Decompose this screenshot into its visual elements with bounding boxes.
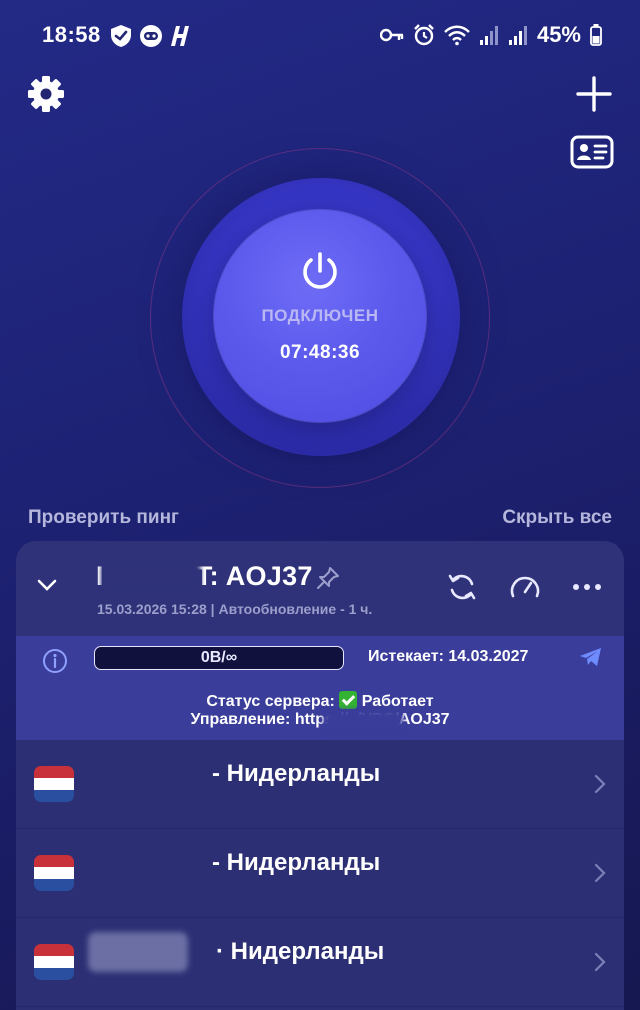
signal-icon	[479, 26, 498, 45]
subscription-info: 0B/∞ Истекает: 14.03.2027 Статус сервера…	[16, 636, 624, 740]
status-right-icons: 45%	[379, 22, 602, 48]
status-left-icons	[110, 24, 192, 48]
power-icon[interactable]	[298, 250, 342, 294]
expiry-date: Истекает: 14.03.2027	[368, 648, 529, 665]
info-icon[interactable]	[42, 648, 68, 674]
add-button[interactable]	[574, 74, 614, 114]
status-bar: 18:58 45%	[0, 0, 640, 72]
shield-icon	[111, 25, 131, 47]
server-list: - Нидерланды - Нидерланды · Нидерланды	[16, 740, 624, 1007]
connection-status: ПОДКЛЮЧЕН	[261, 306, 379, 325]
check-ping-button[interactable]: Проверить пинг	[28, 507, 179, 529]
telegram-icon[interactable]	[579, 646, 603, 668]
gear-icon	[28, 76, 64, 112]
hide-all-button[interactable]: Скрыть все	[502, 507, 612, 529]
server-name: - Нидерланды	[212, 760, 381, 787]
more-icon[interactable]	[572, 582, 602, 592]
server-item[interactable]: · Нидерланды	[16, 918, 624, 1007]
signal-icon	[508, 26, 527, 45]
subscription-panel: I T: AOJ37 15.03.2026 15:28 | Автообновле…	[16, 541, 624, 1010]
alarm-icon	[414, 24, 434, 46]
server-status: Статус сервера: Работает	[206, 691, 434, 710]
robot-icon	[140, 25, 162, 47]
server-name: - Нидерланды	[212, 849, 381, 876]
chevron-right-icon	[594, 774, 606, 794]
chevron-right-icon	[594, 952, 606, 972]
speedometer-icon[interactable]	[508, 571, 542, 603]
id-card-icon	[570, 135, 614, 169]
profile-button[interactable]	[570, 134, 614, 170]
netherlands-flag-icon	[34, 944, 74, 980]
subscription-date: 15.03.2026 15:28 | Автообновление - 1 ч.	[97, 601, 373, 617]
server-item[interactable]: - Нидерланды	[16, 740, 624, 829]
server-item[interactable]: - Нидерланды	[16, 829, 624, 918]
netherlands-flag-icon	[34, 766, 74, 802]
connection-timer: 07:48:36	[279, 342, 361, 363]
h-logo-icon	[171, 26, 189, 46]
server-name: · Нидерланды	[216, 938, 385, 965]
chevron-down-icon[interactable]	[36, 577, 58, 593]
plus-icon	[576, 76, 612, 112]
redacted-area	[323, 710, 403, 732]
key-icon	[379, 28, 404, 42]
traffic-value: 0B/∞	[200, 649, 238, 666]
management-link[interactable]: Управление: https://. /VDS/AOJ37	[16, 711, 624, 729]
refresh-icon[interactable]	[446, 571, 478, 603]
battery-percent: 45%	[536, 22, 581, 47]
check-icon	[339, 691, 358, 709]
wifi-icon	[444, 25, 470, 46]
netherlands-flag-icon	[34, 855, 74, 891]
redacted-area	[101, 563, 201, 593]
settings-button[interactable]	[26, 74, 66, 114]
status-time: 18:58	[42, 22, 101, 47]
subscription-header[interactable]: I T: AOJ37 15.03.2026 15:28 | Автообновле…	[16, 541, 624, 636]
chevron-right-icon	[594, 863, 606, 883]
battery-icon	[590, 24, 602, 46]
pin-icon[interactable]	[315, 565, 341, 591]
